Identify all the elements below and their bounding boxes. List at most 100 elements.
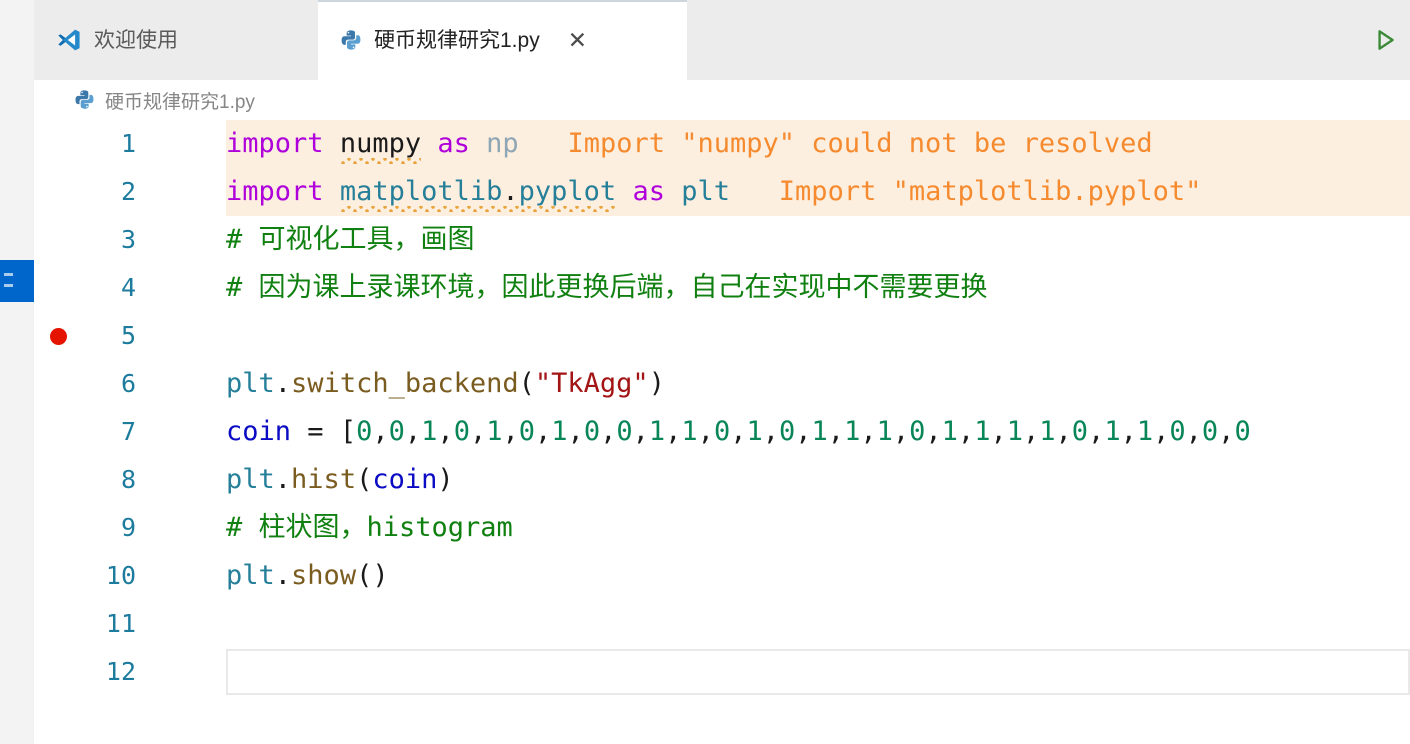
inline-error-message: Import "numpy" could not be resolved: [567, 128, 1153, 159]
code-line[interactable]: 9 # 柱状图，histogram: [34, 504, 1410, 552]
code-token: ,: [860, 416, 877, 447]
code-token: 1: [486, 416, 503, 447]
code-token: coin: [372, 464, 438, 495]
line-number: 8: [120, 465, 136, 494]
code-token: ,: [502, 416, 519, 447]
code-line[interactable]: 11: [34, 600, 1410, 648]
code-token: ,: [730, 416, 747, 447]
code-token: 0: [1201, 416, 1219, 447]
code-line[interactable]: 5: [34, 312, 1410, 360]
breadcrumb[interactable]: 硬币规律研究1.py: [34, 80, 1410, 120]
code-token: (: [356, 560, 373, 591]
code-token: coin: [226, 416, 292, 447]
code-token: pyplot: [518, 176, 617, 207]
code-token: 1: [1136, 416, 1154, 447]
code-token: ,: [404, 416, 422, 447]
code-token: [: [339, 416, 357, 447]
badge-line-2: [4, 284, 13, 287]
code-token: ,: [795, 416, 812, 447]
code-token: numpy: [339, 128, 422, 159]
inline-error-message: Import "matplotlib.pyplot": [778, 176, 1202, 207]
activity-bar-badge[interactable]: [0, 260, 34, 302]
code-token: 1: [941, 416, 958, 447]
code-token: np: [486, 128, 519, 159]
code-token: ): [648, 368, 665, 399]
code-text: # 可视化工具，画图: [226, 216, 475, 264]
code-token: ,: [567, 416, 584, 447]
code-token: ): [372, 560, 389, 591]
code-token: ,: [925, 416, 942, 447]
code-token: 0: [583, 416, 601, 447]
code-token: # 柱状图，histogram: [226, 512, 513, 543]
code-token: plt: [681, 176, 731, 207]
code-line[interactable]: 8 plt.hist(coin): [34, 456, 1410, 504]
code-token: ,: [469, 416, 487, 447]
code-token: 1: [648, 416, 666, 447]
editor-tab-bar: 欢迎使用 硬币规律研究1.py ✕: [34, 0, 1410, 80]
line-number: 6: [120, 369, 136, 398]
tab-welcome-label: 欢迎使用: [94, 28, 178, 52]
code-token: 0: [518, 416, 536, 447]
breadcrumb-path: 硬币规律研究1.py: [105, 91, 255, 113]
code-text: # 柱状图，histogram: [226, 504, 513, 552]
code-line[interactable]: 7 coin = [0,0,1,0,1,0,1,0,0,1,1,0,1,0,1,1…: [34, 408, 1410, 456]
code-line[interactable]: 4 # 因为课上录课环境，因此更换后端，自己在实现中不需要更换: [34, 264, 1410, 312]
code-lines[interactable]: 1 import numpy as np Import "numpy" could…: [34, 120, 1410, 696]
tab-welcome[interactable]: 欢迎使用: [34, 0, 318, 80]
code-line[interactable]: 2 import matplotlib.pyplot as plt Import …: [34, 168, 1410, 216]
code-token: hist: [291, 464, 357, 495]
code-token: 1: [811, 416, 828, 447]
code-line[interactable]: 6 plt.switch_backend("TkAgg"): [34, 360, 1410, 408]
code-token: import: [226, 128, 324, 159]
code-token: ,: [600, 416, 617, 447]
code-token: 0: [1234, 416, 1251, 447]
code-token: switch_backend: [291, 368, 519, 399]
code-text: plt.switch_backend("TkAgg"): [226, 360, 665, 408]
code-token: ,: [1120, 416, 1137, 447]
line-number: 1: [120, 129, 136, 158]
line-number: 10: [105, 561, 136, 590]
vscode-logo-icon: [56, 27, 82, 53]
code-text: plt.show(): [226, 552, 389, 600]
breakpoint-icon[interactable]: [50, 328, 67, 345]
code-token: 1: [1104, 416, 1121, 447]
line-number: 3: [120, 225, 136, 254]
code-token: 0: [1071, 416, 1089, 447]
code-line[interactable]: 1 import numpy as np Import "numpy" could…: [34, 120, 1410, 168]
code-token: ,: [990, 416, 1007, 447]
code-token: ,: [1218, 416, 1235, 447]
line-number: 2: [120, 177, 136, 206]
tab-python-file[interactable]: 硬币规律研究1.py ✕: [318, 0, 687, 80]
code-token: ,: [827, 416, 845, 447]
code-token: ,: [697, 416, 714, 447]
line-number: 11: [105, 609, 136, 638]
activity-bar: [0, 0, 34, 744]
code-token: as: [632, 176, 665, 207]
close-icon[interactable]: ✕: [568, 28, 587, 52]
code-token: ,: [437, 416, 454, 447]
tab-python-file-label: 硬币规律研究1.py: [374, 28, 540, 52]
code-token: plt: [226, 464, 275, 495]
python-file-icon: [74, 89, 96, 111]
code-line[interactable]: 3 # 可视化工具，画图: [34, 216, 1410, 264]
code-token: ,: [632, 416, 649, 447]
code-line[interactable]: 10 plt.show(): [34, 552, 1410, 600]
line-number: 12: [105, 657, 136, 686]
code-token: 0: [909, 416, 926, 447]
code-editor[interactable]: 1 import numpy as np Import "numpy" could…: [34, 120, 1410, 744]
code-token: plt: [226, 368, 275, 399]
code-line[interactable]: 12: [34, 648, 1410, 696]
code-token: matplotlib: [339, 176, 503, 207]
error-squiggle: [339, 206, 616, 212]
run-button[interactable]: [1368, 23, 1402, 57]
code-token: # 可视化工具，画图: [226, 224, 475, 255]
